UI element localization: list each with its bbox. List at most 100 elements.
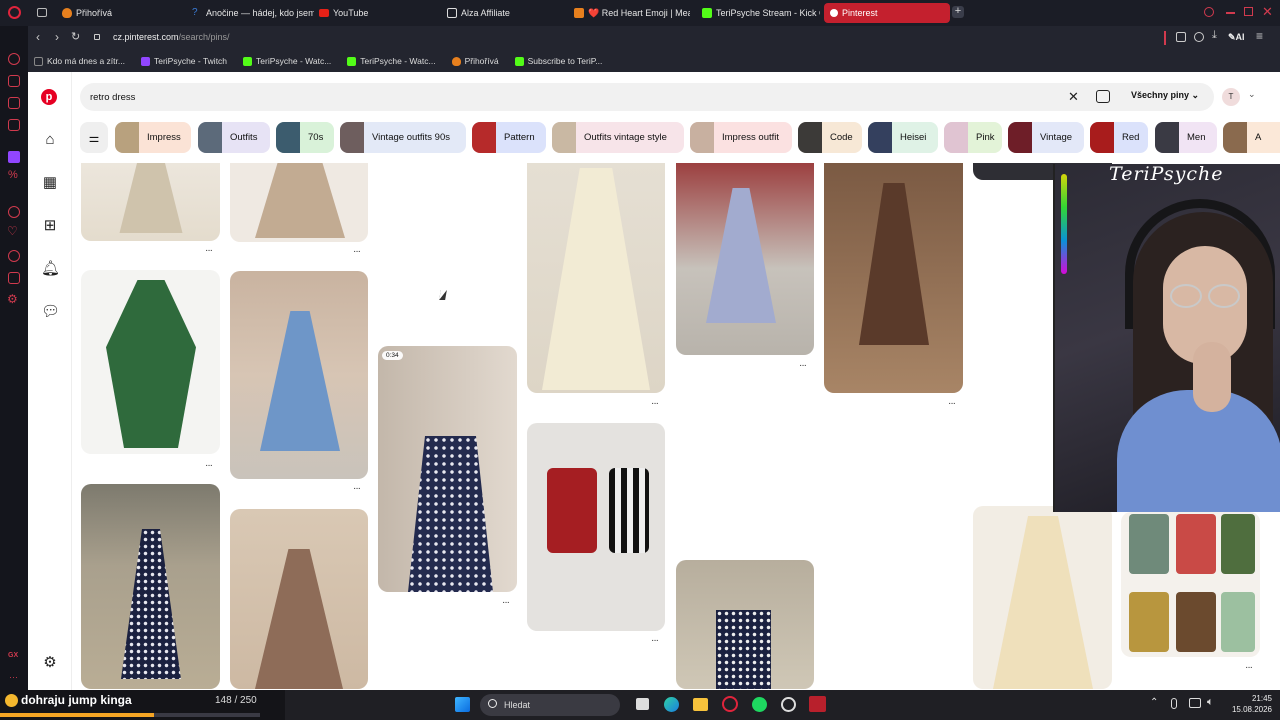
tab-alza[interactable]: Alza Affiliate (441, 3, 561, 23)
history-icon[interactable] (8, 250, 20, 262)
gx-icon[interactable]: GX (8, 652, 18, 659)
pin-more-button[interactable]: ··· (799, 360, 807, 371)
pin-60s-mod-dresses[interactable] (527, 423, 665, 631)
microphone-icon[interactable] (1171, 698, 1177, 709)
settings-icon[interactable]: ⚙ (7, 292, 18, 306)
account-icon[interactable] (1194, 32, 1204, 42)
pin-more-button[interactable]: ··· (1245, 662, 1253, 673)
pin-blue-dress-car[interactable] (230, 271, 368, 479)
aria-ai-button[interactable]: ✎AI (1228, 32, 1245, 43)
task-view-icon[interactable] (636, 698, 649, 710)
pin-cream-wrap-dress[interactable] (527, 163, 665, 393)
windows-start-icon[interactable] (455, 697, 470, 712)
pin-beige-dress[interactable] (81, 163, 220, 241)
network-icon[interactable] (1189, 698, 1201, 708)
back-icon[interactable]: ‹ (36, 30, 40, 44)
pin-cream-shirt-dress[interactable] (973, 506, 1112, 689)
chip-men[interactable]: Men (1155, 122, 1217, 153)
obs-icon[interactable] (781, 697, 796, 712)
chip-outfits-vintage-style[interactable]: Outfits vintage style (552, 122, 684, 153)
chip-vintage[interactable]: Vintage (1008, 122, 1084, 153)
opera-logo-icon[interactable] (8, 6, 21, 19)
tab-prihoriva[interactable]: Přihořívá (56, 3, 176, 23)
bookmark-item[interactable]: Kdo má dnes a zítr... (34, 56, 125, 66)
instagram-icon[interactable] (8, 119, 20, 131)
new-tab-button[interactable]: + (952, 6, 964, 18)
player-icon[interactable] (8, 206, 20, 218)
url-field[interactable]: cz.pinterest.com/search/pins/ (113, 32, 230, 42)
tab-red-heart[interactable]: ❤️ Red Heart Emoji | Mean... (568, 3, 690, 23)
chip-heisei[interactable]: Heisei (868, 122, 938, 153)
chip-impress-outfit[interactable]: Impress outfit (690, 122, 792, 153)
pin-lilac-dress-car[interactable] (676, 163, 814, 355)
chip-70s[interactable]: 70s (276, 122, 334, 153)
pin-more-button[interactable]: ··· (353, 246, 361, 257)
chip-vintage-outfits-90s[interactable]: Vintage outfits 90s (340, 122, 466, 153)
menu-icon[interactable]: ≡ (1256, 29, 1263, 43)
visual-search-icon[interactable] (1096, 90, 1110, 103)
twitch-icon[interactable] (8, 151, 20, 163)
clock[interactable]: 21:45 15.08.2026 (1226, 693, 1272, 715)
bookmark-item[interactable]: TeriPsyche - Watc... (243, 56, 331, 66)
pin-brown-dress-room[interactable] (824, 163, 963, 393)
percent-icon[interactable]: % (8, 169, 18, 181)
volume-icon[interactable]: 🔈︎ (1207, 696, 1214, 709)
maximize-icon[interactable] (1244, 7, 1253, 16)
chip-pattern[interactable]: Pattern (472, 122, 546, 153)
workspaces-icon[interactable] (37, 8, 47, 17)
chip-impress[interactable]: Impress (115, 122, 191, 153)
share-icon[interactable] (1176, 32, 1186, 42)
stream-app-icon[interactable] (809, 696, 826, 712)
spotify-icon[interactable] (752, 697, 767, 712)
filter-dropdown[interactable]: Všechny piny ⌄ (1131, 90, 1199, 101)
pin-halter-polka-dress[interactable] (676, 560, 814, 689)
reload-icon[interactable]: ↻ (71, 30, 80, 43)
explore-icon[interactable]: ▦ (41, 174, 59, 192)
pin-more-button[interactable]: ··· (948, 398, 956, 409)
chip-a[interactable]: A (1223, 122, 1280, 153)
aria-icon[interactable] (8, 53, 20, 65)
tab-kick[interactable]: TeriPsyche Stream - Kick C... (696, 3, 820, 23)
download-icon[interactable]: ⤓ (1212, 29, 1217, 42)
bookmark-item[interactable]: TeriPsyche - Watc... (347, 56, 436, 66)
pin-more-button[interactable]: ··· (205, 245, 213, 256)
tab-pinterest[interactable]: Pinterest (824, 3, 950, 23)
pin-video-navy-dress[interactable]: 0:34 (378, 346, 517, 592)
forward-icon[interactable]: › (55, 30, 59, 44)
home-icon[interactable]: ⌂ (41, 131, 59, 149)
search-input[interactable]: retro dress (90, 92, 135, 103)
more-icon[interactable]: ··· (9, 672, 18, 682)
pin-dress-collage[interactable] (1121, 512, 1260, 657)
tab-youtube[interactable]: YouTube (313, 3, 423, 23)
pin-more-button[interactable]: ··· (353, 483, 361, 494)
edge-icon[interactable] (664, 697, 679, 712)
search-tabs-icon[interactable] (1204, 7, 1214, 17)
clear-search-icon[interactable]: ✕ (1068, 89, 1079, 105)
send-icon[interactable] (8, 272, 20, 284)
close-window-icon[interactable]: ✕ (1262, 4, 1273, 20)
settings-icon[interactable]: ⚙ (41, 654, 59, 672)
notifications-icon[interactable]: 🔔︎ (41, 260, 60, 278)
create-icon[interactable]: ⊞ (41, 217, 59, 235)
search-bar[interactable]: retro dress ✕ (80, 83, 1214, 111)
messenger-icon[interactable] (8, 97, 20, 109)
account-chevron-icon[interactable]: ⌄ (1248, 89, 1256, 100)
chip-code[interactable]: Code (798, 122, 862, 153)
filters-button[interactable]: ⚌ (80, 122, 108, 153)
heart-icon[interactable]: ♡ (7, 224, 18, 238)
chip-red[interactable]: Red (1090, 122, 1148, 153)
bookmark-item[interactable]: TeriPsyche - Twitch (140, 56, 227, 66)
pin-green-dress[interactable] (81, 270, 220, 454)
pin-more-button[interactable]: ··· (651, 635, 659, 646)
taskbar-search[interactable]: Hledat (480, 694, 620, 716)
file-explorer-icon[interactable] (693, 698, 708, 711)
pin-more-button[interactable]: ··· (651, 398, 659, 409)
tray-chevron-icon[interactable]: ⌃ (1150, 697, 1158, 708)
chip-pink[interactable]: Pink (944, 122, 1002, 153)
pin-brown-dot-dress[interactable] (230, 509, 368, 689)
pin-floral-skirt[interactable] (230, 163, 368, 242)
messages-icon[interactable]: 💬︎ (41, 303, 60, 321)
opera-gx-icon[interactable] (722, 696, 738, 712)
tab-anocine[interactable]: ? Anočine — hádej, kdo jsem (186, 3, 314, 23)
bookmark-item[interactable]: Subscribe to TeriP... (514, 56, 602, 66)
